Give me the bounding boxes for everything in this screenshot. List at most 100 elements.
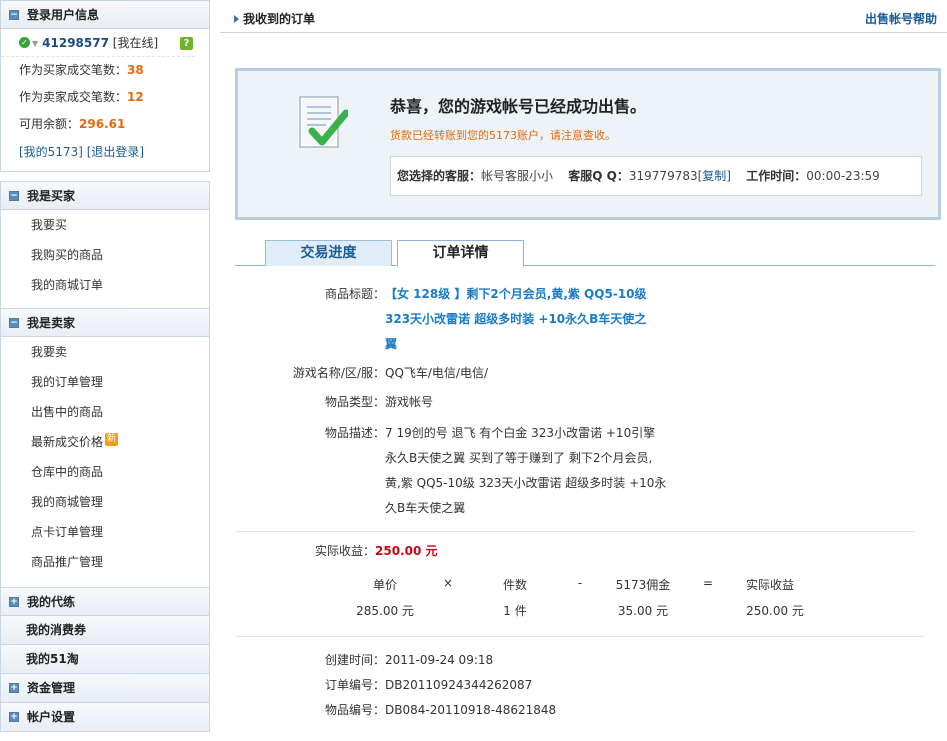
- calc-price-value: 285.00 元: [356, 604, 414, 618]
- menu-item-latest-price[interactable]: 最新成交价格新: [1, 427, 209, 457]
- balance-row: 可用余额：296.61: [1, 111, 209, 138]
- menu-51tao[interactable]: 我的51淘: [0, 645, 210, 674]
- order-number-value: DB20110924344262087: [385, 678, 533, 692]
- product-title-line: 【女 128级 】剩下2个月会员,黄,紫 QQ5-10级: [385, 287, 647, 301]
- seller-menu-title: 我是卖家: [27, 316, 76, 330]
- buyer-menu: − 我是买家 我要买 我购买的商品 我的商城订单: [0, 181, 210, 309]
- item-number-field: 物品编号： DB084-20110918-48621848: [220, 698, 556, 723]
- item-desc-value: 7 19创的号 退飞 有个白金 323小改雷诺 +10引擎 永久B天使之翼 买到…: [385, 421, 666, 521]
- balance-label: 可用余额：: [19, 117, 80, 131]
- expand-icon[interactable]: +: [9, 682, 19, 693]
- expand-icon[interactable]: +: [9, 596, 19, 607]
- menu-item-card-orders[interactable]: 点卡订单管理: [1, 517, 209, 547]
- user-id: 41298577: [42, 36, 109, 50]
- online-status: [我在线]: [112, 36, 159, 50]
- login-info-header[interactable]: − 登录用户信息: [1, 1, 209, 29]
- calc-equals: =: [702, 576, 714, 590]
- online-check-icon: ✓: [19, 37, 30, 48]
- order-number-label: 订单编号：: [324, 678, 385, 692]
- expand-icon[interactable]: +: [9, 711, 19, 722]
- game-value: QQ飞车/电信/电信/: [385, 366, 489, 380]
- item-desc-line: 黄,紫 QQ5-10级 323天小改雷诺 超级多时装 +10永: [385, 476, 667, 490]
- product-title-label: 商品标题：: [324, 287, 385, 301]
- created-time-value: 2011-09-24 09:18: [385, 653, 494, 667]
- triangle-right-icon: [234, 15, 239, 23]
- buyer-deal-count: 作为买家成交笔数：38: [1, 57, 209, 84]
- account-settings-label: 帐户设置: [27, 710, 76, 724]
- income-label: 实际收益：: [314, 544, 375, 558]
- item-number-label: 物品编号：: [324, 703, 385, 717]
- login-info-panel: − 登录用户信息 ✓ ▼ 41298577 [我在线] ? 作为买家成交笔数：38 作…: [0, 0, 210, 172]
- collapse-icon[interactable]: −: [9, 190, 19, 201]
- balance-value: 296.61: [79, 117, 126, 131]
- menu-account-settings[interactable]: + 帐户设置: [0, 703, 210, 732]
- divider: [235, 636, 925, 637]
- buyer-menu-header[interactable]: − 我是买家: [1, 182, 209, 210]
- menu-item-promotion[interactable]: 商品推广管理: [1, 547, 209, 577]
- collapsed-menus: + 我的代练 我的消费券 我的51淘 + 资金管理 + 帐户设置: [0, 587, 210, 732]
- collapse-icon[interactable]: −: [9, 317, 19, 328]
- hours-label: 工作时间：: [746, 169, 807, 183]
- menu-item-warehouse[interactable]: 仓库中的商品: [1, 457, 209, 487]
- calc-header-income: 实际收益: [745, 578, 794, 592]
- document-check-icon: [299, 96, 348, 148]
- divider: [235, 531, 915, 532]
- service-label: 您选择的客服：: [397, 169, 482, 183]
- menu-item-sell[interactable]: 我要卖: [1, 337, 209, 367]
- qq-value: 319779783: [628, 169, 698, 183]
- tab-progress[interactable]: 交易进度: [265, 240, 392, 266]
- collapse-icon[interactable]: −: [9, 9, 19, 20]
- item-type-value: 游戏帐号: [385, 395, 434, 409]
- chevron-down-icon[interactable]: ▼: [32, 30, 38, 58]
- menu-item-buy[interactable]: 我要买: [1, 210, 209, 240]
- calc-header-row: 单价 × 件数 - 5173佣金 = 实际收益: [330, 576, 810, 596]
- account-links: [我的5173] [退出登录]: [1, 138, 209, 166]
- calc-commission-value: 35.00 元: [617, 604, 669, 618]
- seller-menu-header[interactable]: − 我是卖家: [1, 309, 209, 337]
- hours-value: 00:00-23:59: [806, 169, 880, 183]
- customer-service-box: 您选择的客服：帐号客服小小 客服Q Q：319779783[复制] 工作时间：0…: [390, 156, 922, 196]
- item-desc-label: 物品描述：: [324, 426, 385, 440]
- created-time-field: 创建时间： 2011-09-24 09:18: [220, 648, 493, 673]
- success-subtitle: 货款已经转账到您的5173账户，请注意查收。: [390, 129, 616, 142]
- menu-daily-training[interactable]: + 我的代练: [0, 587, 210, 616]
- menu-funds[interactable]: + 资金管理: [0, 674, 210, 703]
- product-title-line: 323天小改雷诺 超级多时装 +10永久B车天使之: [385, 312, 647, 326]
- income-field: 实际收益： 250.00 元: [210, 539, 438, 564]
- logout-link[interactable]: [退出登录]: [87, 145, 144, 159]
- item-desc-line: 久B车天使之翼: [385, 501, 466, 515]
- calc-qty-value: 1 件: [503, 604, 527, 618]
- success-panel: 恭喜，您的游戏帐号已经成功出售。 货款已经转账到您的5173账户，请注意查收。 …: [235, 68, 941, 220]
- success-title: 恭喜，您的游戏帐号已经成功出售。: [390, 97, 647, 116]
- item-type-label: 物品类型：: [324, 395, 385, 409]
- my-5173-link[interactable]: [我的5173]: [19, 145, 83, 159]
- main-content: 我收到的订单 出售帐号帮助 恭喜，您的游戏帐号已经成功出售。 货款已经转账到您的…: [220, 0, 947, 741]
- menu-item-purchased[interactable]: 我购买的商品: [1, 240, 209, 270]
- menu-coupons[interactable]: 我的消费券: [0, 616, 210, 645]
- tab-order-detail[interactable]: 订单详情: [397, 240, 524, 267]
- seller-deal-count: 作为卖家成交笔数：12: [1, 84, 209, 111]
- menu-item-on-sale[interactable]: 出售中的商品: [1, 397, 209, 427]
- calc-header-qty: 件数: [502, 578, 527, 592]
- login-info-title: 登录用户信息: [27, 8, 100, 22]
- menu-item-mall-manage[interactable]: 我的商城管理: [1, 487, 209, 517]
- product-title-line: 翼: [385, 337, 398, 351]
- copy-link[interactable]: [复制]: [698, 169, 731, 183]
- game-field: 游戏名称/区/服： QQ飞车/电信/电信/: [220, 361, 488, 386]
- seller-deal-label: 作为卖家成交笔数：: [19, 90, 128, 104]
- calc-income-value: 250.00 元: [746, 604, 804, 618]
- item-desc-line: 7 19创的号 退飞 有个白金 323小改雷诺 +10引擎: [385, 426, 656, 440]
- qq-label: 客服Q Q：: [568, 169, 629, 183]
- sell-account-help-link[interactable]: 出售帐号帮助: [865, 10, 937, 27]
- calc-value-row: 285.00 元 1 件 35.00 元 250.00 元: [330, 602, 810, 622]
- menu-item-mall-orders[interactable]: 我的商城订单: [1, 270, 209, 300]
- item-desc-line: 永久B天使之翼 买到了等于赚到了 剩下2个月会员,: [385, 451, 653, 465]
- help-icon[interactable]: ?: [180, 37, 193, 50]
- income-value: 250.00 元: [375, 544, 438, 558]
- buyer-deal-value: 38: [127, 63, 144, 77]
- funds-label: 资金管理: [27, 681, 76, 695]
- page-title: 我收到的订单: [234, 10, 315, 27]
- calc-minus: -: [577, 576, 583, 590]
- menu-item-order-manage[interactable]: 我的订单管理: [1, 367, 209, 397]
- item-desc-field: 物品描述： 7 19创的号 退飞 有个白金 323小改雷诺 +10引擎 永久B天…: [220, 421, 666, 521]
